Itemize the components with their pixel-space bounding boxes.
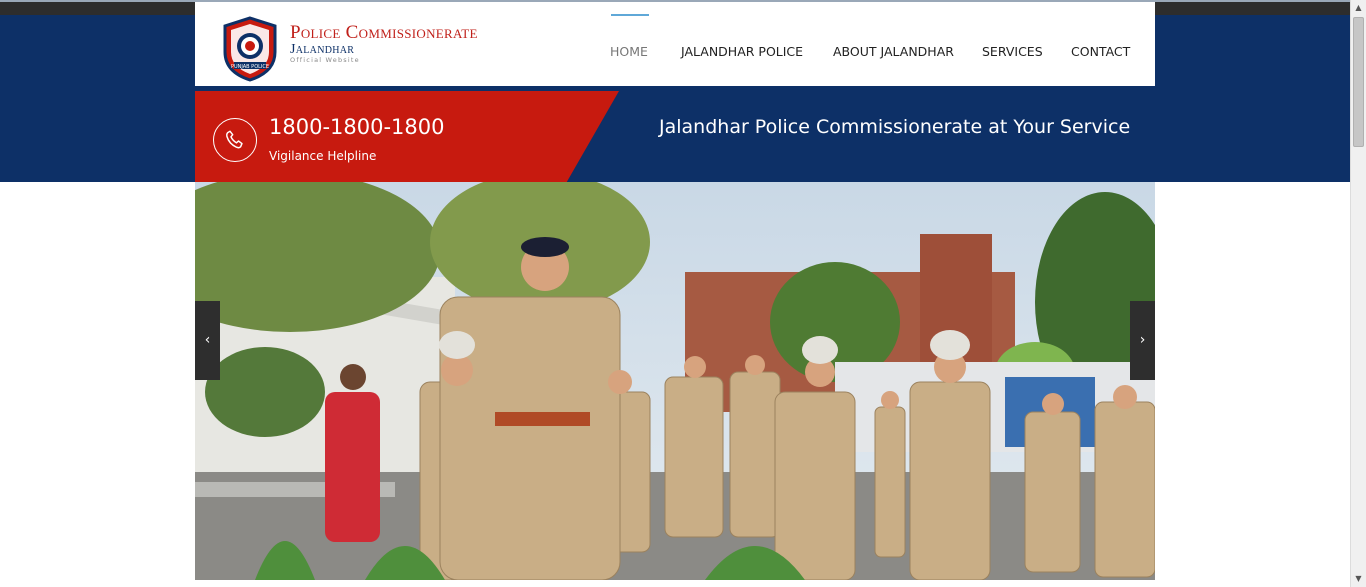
scroll-up-arrow-icon[interactable]: ▲ <box>1351 0 1366 16</box>
vertical-scrollbar[interactable]: ▲ ▼ <box>1350 0 1366 587</box>
nav-contact[interactable]: CONTACT <box>1071 44 1130 59</box>
nav-about-jalandhar[interactable]: ABOUT JALANDHAR <box>833 44 954 59</box>
phone-icon <box>226 130 243 149</box>
scrollbar-thumb[interactable] <box>1353 17 1364 147</box>
scroll-down-arrow-icon[interactable]: ▼ <box>1351 571 1366 587</box>
hero-slider[interactable] <box>195 182 1155 580</box>
site-header: PUNJAB POLICE Police Commissionerate Jal… <box>195 2 1155 86</box>
active-nav-indicator <box>611 14 649 16</box>
helpline-panel <box>195 91 619 187</box>
slider-next-button[interactable]: › <box>1130 301 1155 380</box>
main-nav: HOME JALANDHAR POLICE ABOUT JALANDHAR SE… <box>195 2 1155 86</box>
nav-services[interactable]: SERVICES <box>982 44 1043 59</box>
nav-home[interactable]: HOME <box>610 44 648 59</box>
header-tagline: Jalandhar Police Commissionerate at Your… <box>659 116 1131 138</box>
helpline-number[interactable]: 1800-1800-1800 <box>269 115 445 139</box>
helpline-label: Vigilance Helpline <box>269 149 377 163</box>
slider-prev-button[interactable]: ‹ <box>195 301 220 380</box>
slider-next-arrow: › <box>1139 332 1146 348</box>
helpline-phone-button[interactable] <box>213 118 257 162</box>
slider-prev-arrow: ‹ <box>204 332 211 348</box>
nav-jalandhar-police[interactable]: JALANDHAR POLICE <box>681 44 803 59</box>
hero-slide-image <box>195 182 1155 580</box>
